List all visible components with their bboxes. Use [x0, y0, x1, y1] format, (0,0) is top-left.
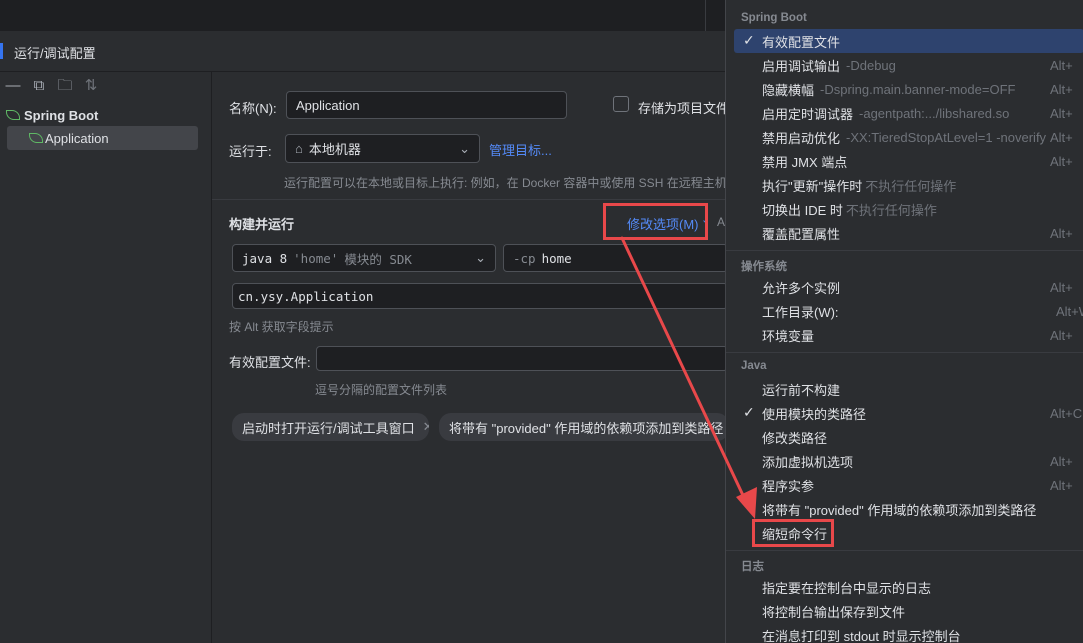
annotation-arrow: [620, 236, 757, 519]
